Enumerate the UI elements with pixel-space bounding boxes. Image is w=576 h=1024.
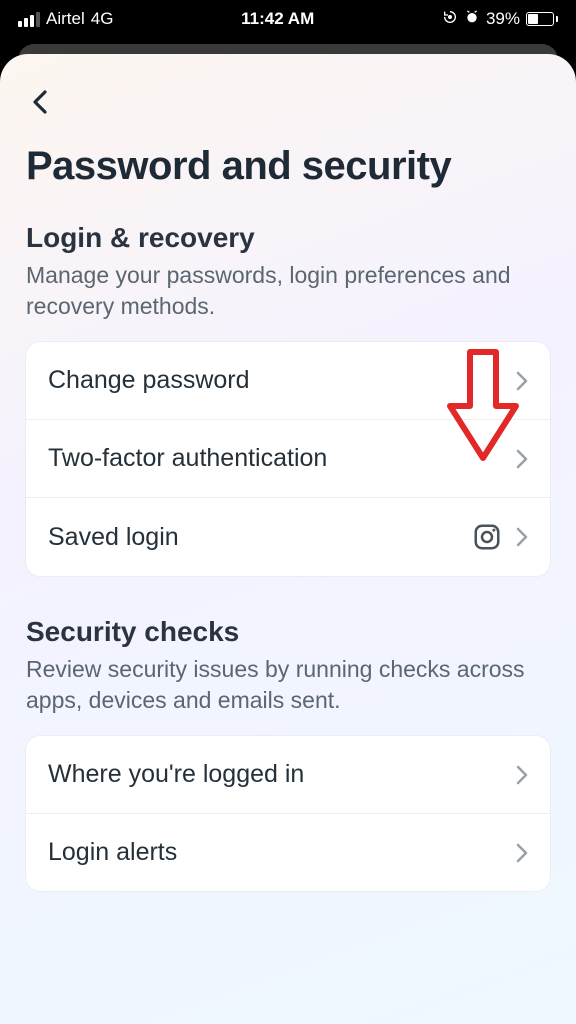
network-label: 4G <box>91 9 114 29</box>
section-desc-login-recovery: Manage your passwords, login preferences… <box>26 260 550 322</box>
orientation-lock-icon <box>442 9 458 30</box>
chevron-left-icon <box>31 88 49 116</box>
signal-icon <box>18 12 40 27</box>
row-label: Two-factor authentication <box>48 444 502 473</box>
alarm-icon <box>464 9 480 30</box>
chevron-right-icon <box>516 843 528 863</box>
instagram-icon <box>472 522 502 552</box>
list-card-security-checks: Where you're logged in Login alerts <box>26 736 550 891</box>
carrier-label: Airtel <box>46 9 85 29</box>
row-saved-login[interactable]: Saved login <box>26 498 550 576</box>
settings-sheet: Password and security Login & recovery M… <box>0 54 576 1024</box>
battery-icon <box>526 12 558 26</box>
chevron-right-icon <box>516 527 528 547</box>
row-label: Where you're logged in <box>48 760 502 789</box>
section-desc-security-checks: Review security issues by running checks… <box>26 654 550 716</box>
section-title-security-checks: Security checks <box>26 616 550 648</box>
battery-pct: 39% <box>486 9 520 29</box>
page-title: Password and security <box>26 144 550 188</box>
row-login-alerts[interactable]: Login alerts <box>26 814 550 891</box>
row-label: Login alerts <box>48 838 502 867</box>
section-title-login-recovery: Login & recovery <box>26 222 550 254</box>
status-left: Airtel 4G <box>18 9 113 29</box>
status-bar: Airtel 4G 11:42 AM 39% <box>0 0 576 38</box>
annotation-arrow-icon <box>444 348 522 464</box>
status-right: 39% <box>442 9 558 30</box>
row-label: Change password <box>48 366 502 395</box>
back-button[interactable] <box>26 88 54 116</box>
chevron-right-icon <box>516 765 528 785</box>
status-time: 11:42 AM <box>241 9 314 29</box>
row-where-logged-in[interactable]: Where you're logged in <box>26 736 550 814</box>
row-label: Saved login <box>48 523 458 552</box>
